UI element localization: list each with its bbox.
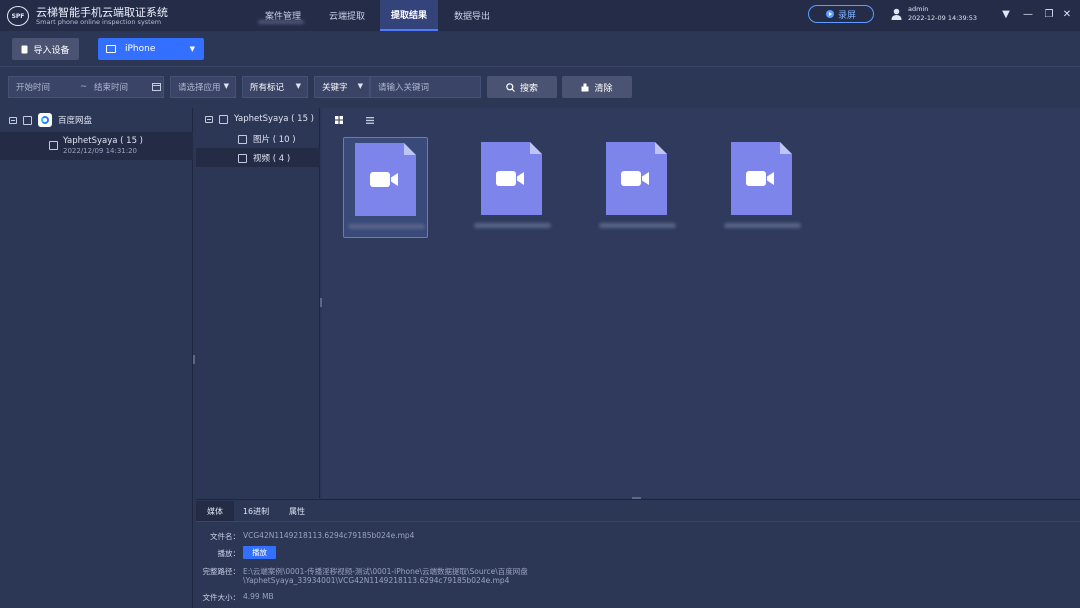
end-time-field[interactable]: 结束时间 bbox=[94, 81, 128, 93]
video-file-card[interactable] bbox=[343, 137, 428, 238]
caret-down-icon[interactable]: ▼ bbox=[999, 7, 1013, 21]
video-file-card[interactable] bbox=[470, 137, 555, 238]
account-tree-panel bbox=[0, 108, 193, 608]
checkbox[interactable] bbox=[219, 114, 228, 124]
tab-case-subtitle-obscured bbox=[258, 20, 304, 24]
file-name-obscured bbox=[474, 223, 551, 228]
account-label: YaphetSyaya ( 15 ) bbox=[63, 136, 144, 146]
close-icon[interactable]: ✕ bbox=[1060, 7, 1074, 21]
start-time-field[interactable]: 开始时间 bbox=[16, 81, 50, 93]
full-path-line2: \YaphetSyaya_33934001\VCG42N1149218113.6… bbox=[243, 576, 510, 585]
tab-case-management[interactable]: 案件管理 bbox=[252, 0, 314, 31]
device-select[interactable]: iPhone ▼ bbox=[98, 38, 204, 60]
search-icon bbox=[506, 82, 515, 92]
checkbox[interactable] bbox=[23, 115, 32, 125]
tab-properties[interactable]: 属性 bbox=[280, 501, 314, 521]
file-name-obscured bbox=[348, 224, 425, 229]
tab-data-export[interactable]: 数据导出 bbox=[442, 0, 502, 31]
account-time: 2022/12/09 14:31:20 bbox=[63, 147, 138, 155]
user-icon bbox=[891, 8, 902, 20]
user-name: admin bbox=[908, 5, 929, 13]
device-select-value: iPhone bbox=[125, 44, 156, 54]
play-label: 播放： bbox=[217, 549, 241, 558]
keyword-input[interactable]: 请输入关键词 bbox=[370, 76, 481, 98]
device-icon bbox=[21, 45, 28, 53]
file-grid-panel bbox=[322, 108, 1080, 498]
tab-hex[interactable]: 16进制 bbox=[236, 501, 276, 521]
time-range-picker[interactable]: 开始时间 ~ 结束时间 bbox=[8, 76, 164, 98]
clear-label: 清除 bbox=[594, 83, 613, 94]
video-file-card[interactable] bbox=[720, 137, 805, 238]
record-label: 录屏 bbox=[837, 10, 856, 21]
chevron-down-icon: ▼ bbox=[295, 82, 301, 90]
tree-root-baidu[interactable]: 百度网盘 bbox=[9, 113, 92, 127]
list-view-icon[interactable] bbox=[363, 114, 377, 126]
clear-button[interactable]: 清除 bbox=[562, 76, 632, 98]
video-file-card[interactable] bbox=[595, 137, 680, 238]
mark-select[interactable]: 所有标记 ▼ bbox=[242, 76, 308, 98]
login-time: 2022-12-09 14:39:53 bbox=[908, 14, 978, 22]
import-device-label: 导入设备 bbox=[33, 45, 70, 56]
device-type-icon bbox=[106, 45, 116, 53]
tab-extract-results[interactable]: 提取结果 bbox=[380, 0, 438, 31]
category-videos[interactable]: 视频 ( 4 ) bbox=[238, 152, 290, 164]
category-root-label: YaphetSyaya ( 15 ) bbox=[234, 114, 315, 124]
filename-label: 文件名： bbox=[210, 532, 240, 541]
keyword-input-placeholder: 请输入关键词 bbox=[378, 83, 430, 93]
grid-view-icon[interactable] bbox=[332, 114, 346, 126]
checkbox[interactable] bbox=[49, 141, 58, 150]
tab-cloud-extract[interactable]: 云端提取 bbox=[316, 0, 378, 31]
app-select-value: 请选择应用 bbox=[178, 83, 221, 93]
tree-root-label: 百度网盘 bbox=[58, 116, 93, 126]
details-panel bbox=[196, 499, 1080, 608]
import-device-button[interactable]: 导入设备 bbox=[12, 38, 79, 60]
category-label: 图片 ( 10 ) bbox=[253, 135, 296, 145]
baidu-netdisk-icon bbox=[38, 113, 52, 127]
play-button[interactable]: 播放 bbox=[243, 546, 276, 559]
splitter-handle[interactable] bbox=[193, 355, 195, 364]
video-camera-icon bbox=[621, 171, 641, 186]
mark-select-value: 所有标记 bbox=[250, 83, 285, 93]
video-camera-icon bbox=[746, 171, 766, 186]
tab-media[interactable]: 媒体 bbox=[196, 501, 234, 521]
chevron-down-icon: ▼ bbox=[357, 82, 363, 90]
keyword-type-value: 关键字 bbox=[322, 83, 348, 93]
file-size-value: 4.99 MB bbox=[243, 592, 274, 601]
search-label: 搜索 bbox=[519, 83, 538, 94]
record-icon bbox=[825, 10, 834, 18]
file-size-label: 文件大小： bbox=[202, 593, 241, 602]
calendar-icon bbox=[152, 83, 161, 91]
chevron-down-icon: ▼ bbox=[189, 45, 195, 53]
keyword-type-select[interactable]: 关键字 ▼ bbox=[314, 76, 370, 98]
range-separator: ~ bbox=[80, 82, 88, 92]
video-camera-icon bbox=[370, 172, 390, 187]
record-screen-button[interactable]: 录屏 bbox=[808, 5, 874, 23]
app-subtitle: Smart phone online inspection system bbox=[36, 18, 162, 26]
file-name-obscured bbox=[599, 223, 676, 228]
collapse-icon[interactable] bbox=[9, 116, 17, 124]
collapse-icon[interactable] bbox=[205, 115, 213, 123]
checkbox[interactable] bbox=[238, 134, 247, 144]
restore-icon[interactable]: ❐ bbox=[1042, 7, 1056, 21]
chevron-down-icon: ▼ bbox=[223, 82, 229, 90]
category-images[interactable]: 图片 ( 10 ) bbox=[238, 133, 296, 145]
app-logo: SPF bbox=[7, 6, 29, 26]
minimize-icon[interactable]: — bbox=[1021, 7, 1035, 21]
search-button[interactable]: 搜索 bbox=[487, 76, 557, 98]
category-root[interactable]: YaphetSyaya ( 15 ) bbox=[205, 114, 314, 124]
file-name-obscured bbox=[724, 223, 801, 228]
category-label: 视频 ( 4 ) bbox=[253, 154, 291, 164]
filename-value: VCG42N1149218113.6294c79185b024e.mp4 bbox=[243, 531, 415, 540]
eraser-icon bbox=[581, 83, 589, 91]
full-path-label: 完整路径： bbox=[202, 567, 241, 576]
checkbox[interactable] bbox=[238, 153, 247, 163]
video-camera-icon bbox=[496, 171, 516, 186]
app-select[interactable]: 请选择应用 ▼ bbox=[170, 76, 236, 98]
